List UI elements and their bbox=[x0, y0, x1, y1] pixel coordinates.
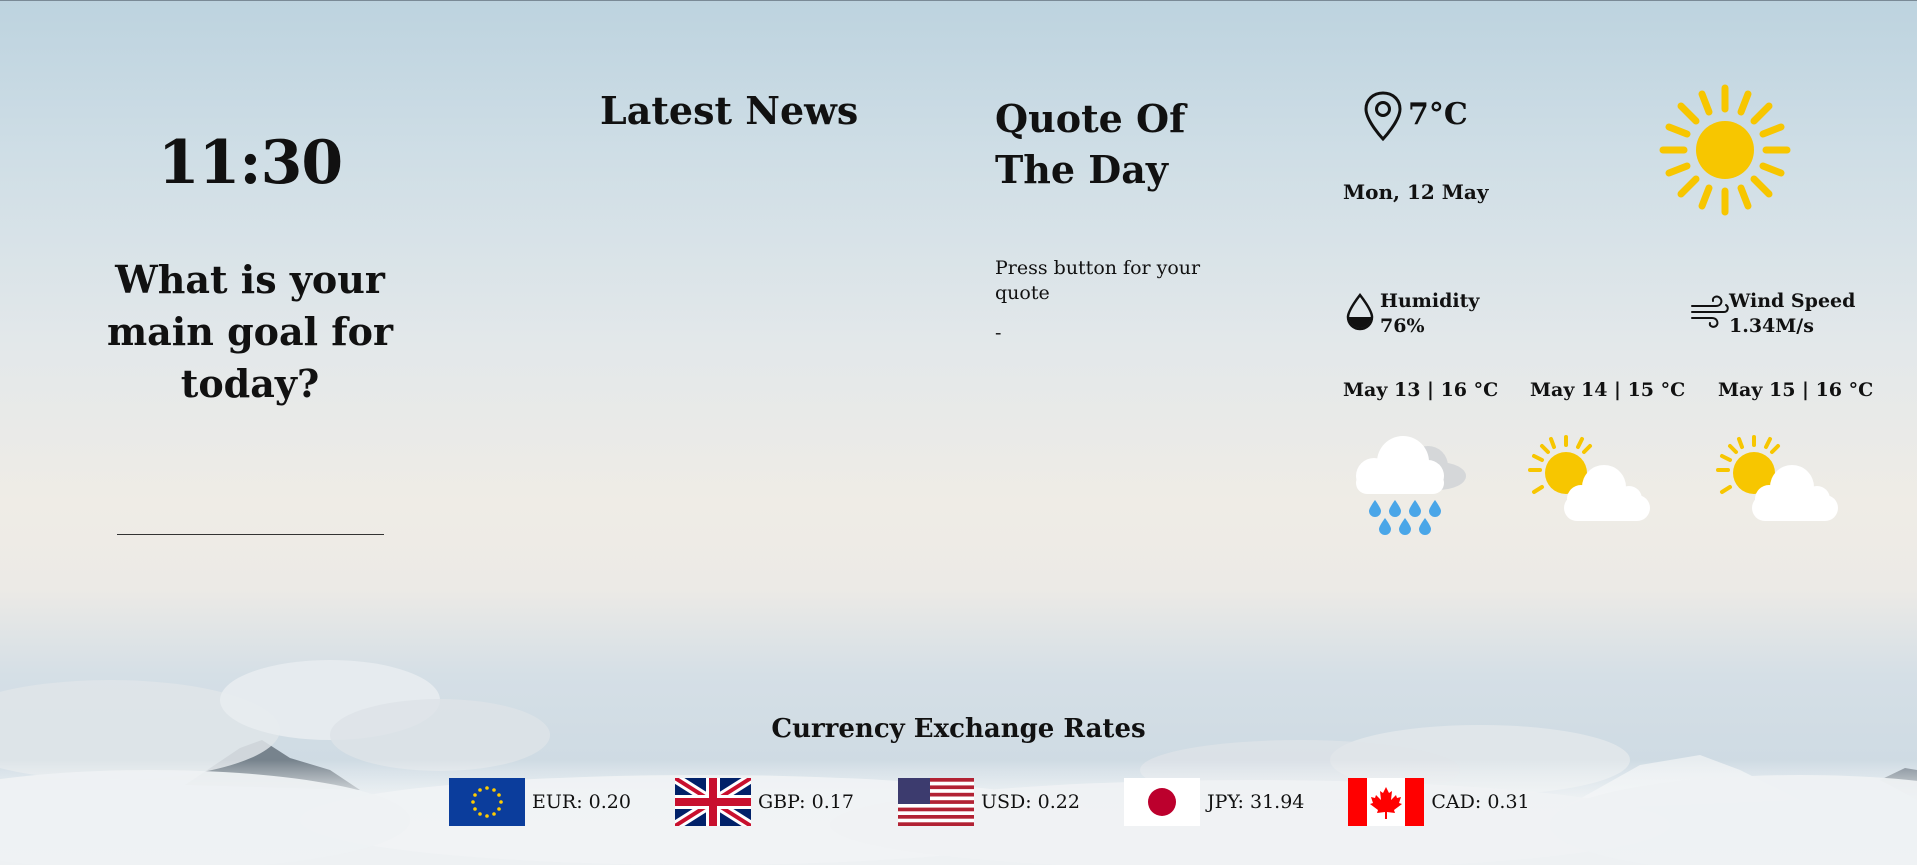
currency-rate-text: JPY: 31.94 bbox=[1206, 791, 1305, 813]
location-pin-icon bbox=[1364, 91, 1402, 142]
wind-speed-value: 1.34M/s bbox=[1729, 315, 1814, 337]
us-flag-icon bbox=[897, 778, 974, 826]
eu-flag-icon bbox=[449, 778, 525, 826]
quote-author: - bbox=[995, 322, 1002, 344]
canada-flag-icon bbox=[1348, 778, 1425, 826]
forecast-day-3-label: May 15 | 16 °C bbox=[1718, 379, 1874, 401]
currency-exchange-title: Currency Exchange Rates bbox=[771, 714, 1146, 744]
wind-speed-block: Wind Speed 1.34M/s bbox=[1729, 289, 1855, 339]
japan-flag-icon bbox=[1123, 778, 1200, 826]
humidity-block: Humidity 76% bbox=[1380, 289, 1479, 339]
humidity-drop-icon bbox=[1346, 292, 1374, 331]
quote-text[interactable]: Press button for your quote bbox=[995, 256, 1225, 306]
currency-rate-cad: CAD: 0.31 bbox=[1348, 778, 1530, 826]
latest-news-title: Latest News bbox=[600, 88, 859, 133]
humidity-value: 76% bbox=[1380, 315, 1425, 337]
main-goal-input[interactable] bbox=[117, 470, 384, 535]
current-temperature: 7°C bbox=[1408, 97, 1468, 132]
sun-icon bbox=[1659, 84, 1791, 216]
humidity-label: Humidity bbox=[1380, 290, 1480, 312]
uk-flag-icon bbox=[674, 778, 751, 826]
wind-speed-label: Wind Speed bbox=[1729, 290, 1856, 312]
top-border bbox=[0, 0, 1917, 1]
currency-rate-text: EUR: 0.20 bbox=[532, 791, 631, 813]
current-date: Mon, 12 May bbox=[1343, 180, 1489, 204]
partly-cloudy-icon bbox=[1716, 435, 1838, 521]
rain-cloud-icon bbox=[1356, 436, 1466, 535]
forecast-day-1-label: May 13 | 16 °C bbox=[1343, 379, 1499, 401]
currency-rate-text: GBP: 0.17 bbox=[757, 791, 854, 813]
forecast-day-2-label: May 14 | 15 °C bbox=[1530, 379, 1686, 401]
wind-icon bbox=[1691, 295, 1729, 328]
quote-of-the-day-title: Quote Of The Day bbox=[995, 96, 1186, 192]
currency-rate-text: USD: 0.22 bbox=[980, 791, 1080, 813]
currency-rate-eur: EUR: 0.20 bbox=[449, 778, 631, 826]
currency-rate-usd: USD: 0.22 bbox=[897, 778, 1080, 826]
currency-rate-jpy: JPY: 31.94 bbox=[1123, 778, 1305, 826]
clock-time: 11:30 bbox=[157, 128, 343, 198]
currency-rate-gbp: GBP: 0.17 bbox=[674, 778, 854, 826]
currency-rates-row: EUR: 0.20 GBP: 0.17 USD: 0.22 JPY: 31.94… bbox=[449, 778, 1574, 826]
currency-rate-text: CAD: 0.31 bbox=[1431, 791, 1530, 813]
partly-cloudy-icon bbox=[1528, 435, 1650, 521]
main-goal-prompt: What is your main goal for today? bbox=[106, 257, 394, 406]
